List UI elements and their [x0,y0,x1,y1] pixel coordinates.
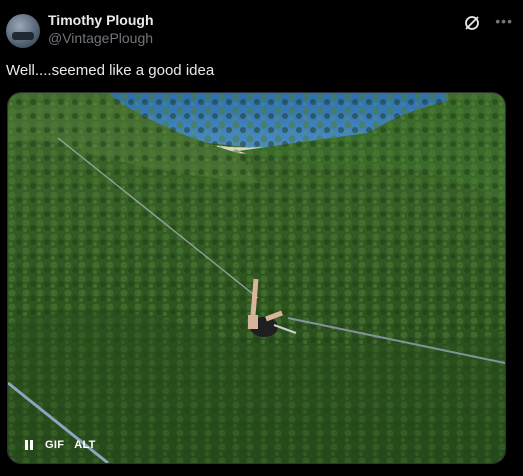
gif-controls: GIF ALT [23,439,96,451]
author-display-name[interactable]: Timothy Plough [48,12,154,29]
gif-badge: GIF [45,439,65,451]
more-options-icon[interactable]: ••• [495,12,513,30]
post-text: Well....seemed like a good idea [6,62,215,79]
author-handle[interactable]: @VintagePlough [48,29,154,48]
grok-icon[interactable] [463,14,481,32]
avatar[interactable] [6,14,40,48]
gif-frame [8,93,505,463]
pause-icon[interactable] [23,439,35,451]
alt-badge[interactable]: ALT [74,439,95,451]
post-media[interactable]: GIF ALT [7,92,506,464]
author-names: Timothy Plough @VintagePlough [48,12,154,48]
post-header: Timothy Plough @VintagePlough ••• [6,12,517,48]
